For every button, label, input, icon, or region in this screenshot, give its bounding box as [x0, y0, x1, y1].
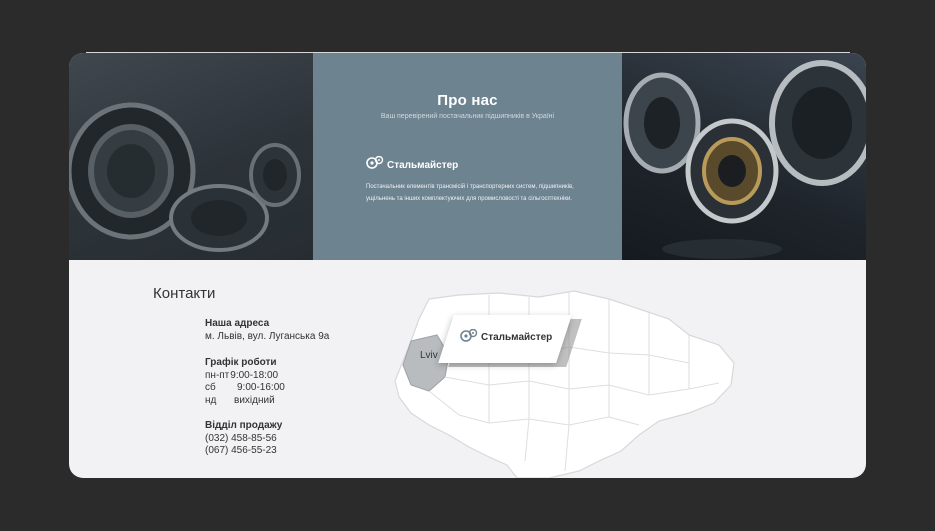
about-title: Про нас — [437, 92, 498, 109]
address-label: Наша адреса — [205, 318, 270, 329]
schedule-row: нд вихідний — [205, 395, 285, 408]
sales-phone[interactable]: (067) 456-55-23 — [205, 445, 282, 458]
sales-phone[interactable]: (032) 458-85-56 — [205, 433, 282, 446]
schedule-day: пн-пт — [205, 369, 230, 381]
about-brand-name: Стальмайстер — [387, 160, 459, 171]
map-city-label: Lviv — [420, 350, 438, 361]
map-brand-name: Стальмайстер — [481, 332, 553, 343]
ukraine-map: Lviv Стальмайстер — [389, 285, 749, 478]
gears-logo-icon — [460, 328, 478, 346]
gears-logo-icon — [366, 155, 384, 175]
schedule-time: 9:00-18:00 — [230, 369, 279, 381]
schedule-time: вихідний — [234, 394, 275, 406]
page-card: Про нас Ваш перевірений постачальник під… — [69, 53, 866, 478]
address-value: м. Львів, вул. Луганська 9а — [205, 330, 330, 342]
schedule-day: нд — [205, 394, 217, 406]
schedule-block: Графік роботи пн-пт 9:00-18:00 сб 9:00-1… — [205, 357, 285, 407]
about-description: Постачальник елементів трансмісій і тран… — [366, 184, 574, 202]
sales-label: Відділ продажу — [205, 420, 283, 431]
schedule-row: пн-пт 9:00-18:00 — [205, 370, 285, 383]
bearings-photo-left — [69, 53, 313, 260]
schedule-row: сб 9:00-16:00 — [205, 382, 285, 395]
schedule-time: 9:00-16:00 — [237, 382, 285, 393]
map-brand: Стальмайстер — [460, 328, 553, 346]
about-brand: Стальмайстер — [366, 155, 459, 175]
ukraine-map-shape — [394, 290, 735, 478]
about-panel: Про нас Ваш перевірений постачальник під… — [313, 53, 622, 260]
map-brand-badge: Стальмайстер — [438, 315, 582, 367]
schedule-day: сб — [205, 382, 216, 393]
about-subtitle: Ваш перевірений постачальник підшипників… — [380, 113, 555, 120]
bearings-photo-right — [622, 53, 866, 260]
sales-block: Відділ продажу (032) 458-85-56 (067) 456… — [205, 420, 282, 458]
address-block: Наша адреса м. Львів, вул. Луганська 9а — [205, 318, 329, 343]
hero-section: Про нас Ваш перевірений постачальник під… — [69, 53, 866, 260]
contacts-title: Контакти — [153, 285, 216, 302]
schedule-label: Графік роботи — [205, 357, 277, 368]
